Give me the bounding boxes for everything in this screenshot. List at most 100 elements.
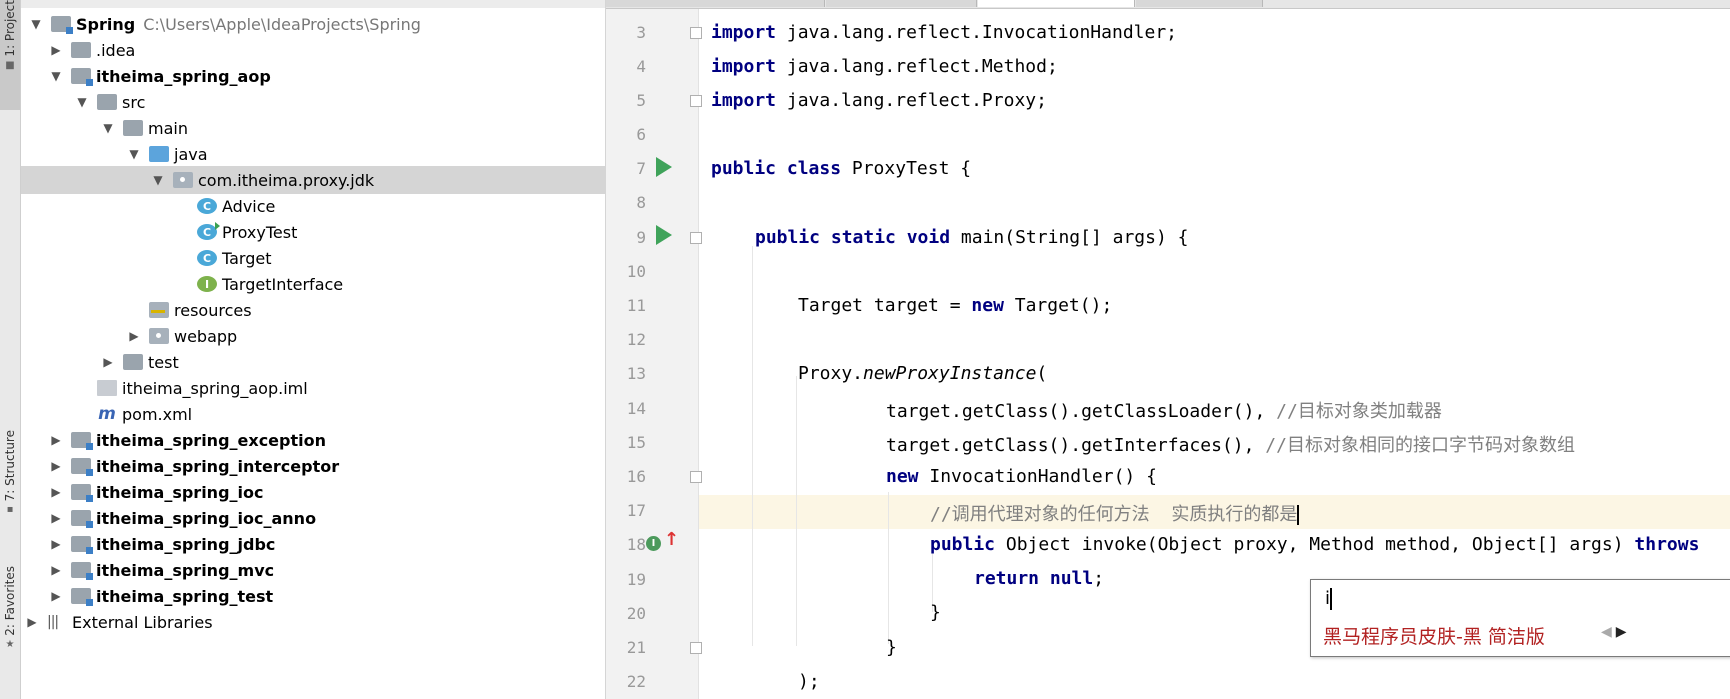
chevron-right-icon[interactable]: ▶ [47, 433, 65, 447]
chevron-right-icon[interactable]: ▶ [47, 459, 65, 473]
editor-tab-active[interactable] [978, 0, 1135, 7]
tree-node-resources[interactable]: resources [21, 296, 605, 324]
module-folder-icon [51, 16, 73, 34]
fold-marker[interactable] [690, 27, 702, 39]
line-number: 3 [636, 23, 646, 42]
tree-node-iml[interactable]: itheima_spring_aop.iml [21, 374, 605, 402]
chevron-down-icon[interactable]: ▼ [99, 121, 117, 135]
resources-folder-icon [149, 302, 169, 318]
line-number: 15 [626, 433, 646, 452]
tree-node-module-aop[interactable]: ▼ itheima_spring_aop [21, 62, 605, 90]
code-line-current[interactable]: //调用代理对象的任何方法 实质执行的都是 [930, 500, 1300, 526]
code-line[interactable]: ); [798, 671, 820, 692]
module-file-icon [97, 380, 117, 396]
tree-node-main[interactable]: ▼ main [21, 114, 605, 142]
fold-marker[interactable] [690, 642, 702, 654]
chevron-right-icon[interactable]: ▶ [47, 43, 65, 57]
code-line[interactable]: target.getClass().getInterfaces(), //目标对… [886, 431, 1575, 457]
chevron-right-icon[interactable]: ▶ [99, 355, 117, 369]
tree-node-idea[interactable]: ▶ .idea [21, 36, 605, 64]
tree-node-path: C:\Users\Apple\IdeaProjects\Spring [143, 14, 421, 34]
chevron-right-icon[interactable]: ▶ [47, 589, 65, 603]
project-tool-tab[interactable]: 1: Project ■ [0, 0, 20, 110]
line-number: 7 [636, 159, 646, 178]
ime-candidate[interactable]: 黑马程序员皮肤-黑 简洁版 [1323, 622, 1545, 649]
editor-tab[interactable] [606, 0, 825, 7]
code-line[interactable]: public static void main(String[] args) { [755, 227, 1189, 248]
tree-node-module[interactable]: ▶ itheima_spring_interceptor [21, 452, 605, 480]
tree-node-module[interactable]: ▶ itheima_spring_mvc [21, 556, 605, 584]
code-line[interactable]: public class ProxyTest { [711, 158, 971, 179]
tree-node-pom[interactable]: m pom.xml [21, 400, 605, 428]
tree-node-class-proxytest[interactable]: C ProxyTest [21, 218, 605, 246]
code-line[interactable]: Proxy.newProxyInstance( [798, 363, 1047, 384]
tree-node-module[interactable]: ▶ itheima_spring_jdbc [21, 530, 605, 558]
structure-tool-tab[interactable]: 7: Structure ▪ [0, 430, 20, 540]
tree-node-test[interactable]: ▶ test [21, 348, 605, 376]
tree-node-class-target[interactable]: C Target [21, 244, 605, 272]
code-line[interactable]: import java.lang.reflect.Proxy; [711, 90, 1047, 111]
tree-node-label: resources [174, 300, 252, 320]
tree-node-webapp[interactable]: ▶ webapp [21, 322, 605, 350]
code-line[interactable]: public Object invoke(Object proxy, Metho… [930, 534, 1699, 555]
chevron-right-icon[interactable]: ▶ [47, 563, 65, 577]
tree-node-label: itheima_spring_aop.iml [122, 378, 308, 398]
line-number: 11 [626, 296, 646, 315]
code-line[interactable]: target.getClass().getClassLoader(), //目标… [886, 397, 1442, 423]
editor-tab[interactable] [826, 0, 977, 7]
line-number: 6 [636, 125, 646, 144]
tree-node-interface-target[interactable]: I TargetInterface [21, 270, 605, 298]
tree-node-module[interactable]: ▶ itheima_spring_ioc [21, 478, 605, 506]
up-arrow-icon[interactable]: ↑ [664, 529, 679, 550]
fold-marker[interactable] [690, 232, 702, 244]
tree-node-label: test [148, 352, 179, 372]
triangle-left-icon[interactable]: ◀ [1601, 624, 1612, 640]
editor-tab[interactable] [1136, 0, 1263, 7]
tree-node-package[interactable]: ▼ com.itheima.proxy.jdk [21, 166, 605, 194]
code-line[interactable]: return null; [974, 568, 1104, 589]
line-number: 14 [626, 399, 646, 418]
tree-node-java[interactable]: ▼ java [21, 140, 605, 168]
tree-node-label: itheima_spring_aop [96, 66, 271, 86]
chevron-right-icon[interactable]: ▶ [125, 329, 143, 343]
tree-node-root[interactable]: ▼ Spring C:\Users\Apple\IdeaProjects\Spr… [21, 10, 605, 38]
chevron-down-icon[interactable]: ▼ [125, 147, 143, 161]
tree-node-external-libraries[interactable]: ▶ ||| External Libraries [21, 608, 605, 636]
tree-node-module[interactable]: ▶ itheima_spring_exception [21, 426, 605, 454]
chevron-down-icon[interactable]: ▼ [149, 173, 167, 187]
interface-icon: I [197, 276, 217, 292]
tree-node-label: itheima_spring_test [96, 586, 274, 606]
fold-marker[interactable] [690, 471, 702, 483]
chevron-right-icon[interactable]: ▶ [47, 485, 65, 499]
triangle-right-icon[interactable]: ▶ [1616, 624, 1627, 640]
editor-gutter[interactable] [606, 9, 698, 699]
module-folder-icon [71, 432, 93, 450]
tree-node-module[interactable]: ▶ itheima_spring_ioc_anno [21, 504, 605, 532]
line-number: 21 [626, 638, 646, 657]
chevron-down-icon[interactable]: ▼ [47, 69, 65, 83]
project-tree[interactable]: ▼ Spring C:\Users\Apple\IdeaProjects\Spr… [21, 0, 606, 699]
implements-method-icon[interactable]: I [646, 536, 661, 551]
code-line[interactable]: new InvocationHandler() { [886, 466, 1157, 487]
chevron-down-icon[interactable]: ▼ [73, 95, 91, 109]
run-icon[interactable] [656, 157, 672, 177]
chevron-right-icon[interactable]: ▶ [47, 511, 65, 525]
tree-node-class-advice[interactable]: C Advice [21, 192, 605, 220]
tree-node-src[interactable]: ▼ src [21, 88, 605, 116]
code-line[interactable]: Target target = new Target(); [798, 295, 1112, 316]
code-line[interactable]: } [886, 637, 897, 658]
run-icon[interactable] [656, 225, 672, 245]
tree-node-label: com.itheima.proxy.jdk [198, 170, 375, 190]
code-line[interactable]: } [930, 602, 941, 623]
fold-marker[interactable] [690, 95, 702, 107]
chevron-right-icon[interactable]: ▶ [47, 537, 65, 551]
tree-node-module[interactable]: ▶ itheima_spring_test [21, 582, 605, 610]
ime-candidate-popup[interactable]: i 黑马程序员皮肤-黑 简洁版 ◀ ▶ [1310, 579, 1730, 657]
chevron-right-icon[interactable]: ▶ [23, 615, 41, 629]
code-line[interactable]: import java.lang.reflect.InvocationHandl… [711, 22, 1177, 43]
ime-page-nav[interactable]: ◀ ▶ [1601, 624, 1627, 640]
favorites-tool-tab[interactable]: 2: Favorites ★ [0, 566, 20, 686]
code-line[interactable]: import java.lang.reflect.Method; [711, 56, 1058, 77]
web-folder-icon [149, 328, 169, 344]
chevron-down-icon[interactable]: ▼ [27, 17, 45, 31]
